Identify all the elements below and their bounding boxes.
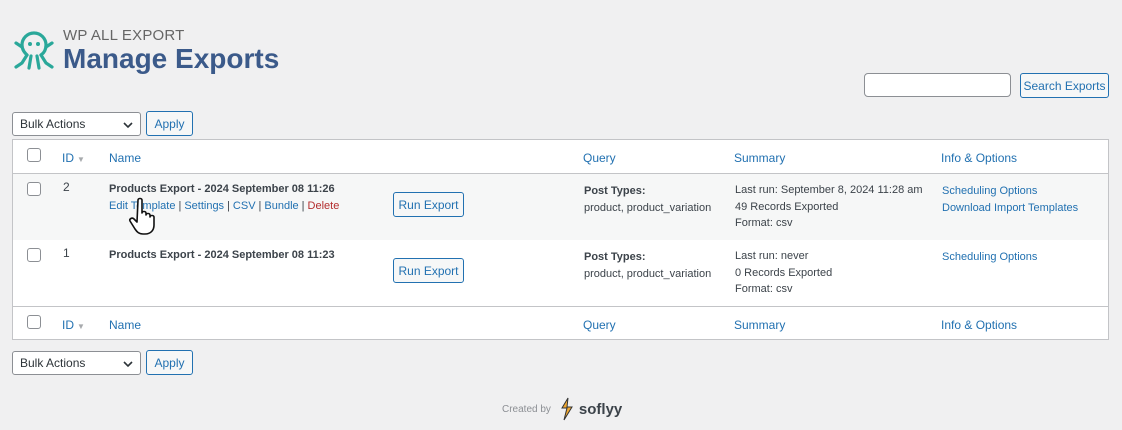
table-row: 1 Products Export - 2024 September 08 11… <box>13 240 1108 306</box>
brand-name: WP ALL EXPORT <box>63 27 185 44</box>
chevron-down-icon <box>123 361 133 368</box>
info-cell: Scheduling Options Download Import Templ… <box>942 183 1078 216</box>
column-id[interactable]: ID ▼ <box>62 151 85 165</box>
column-summary[interactable]: Summary <box>734 151 785 165</box>
query-cell: Post Types: product, product_variation <box>584 185 712 214</box>
csv-link[interactable]: CSV <box>233 200 256 212</box>
search-input[interactable] <box>864 73 1011 97</box>
octopus-logo-icon <box>14 31 54 70</box>
download-import-templates-link[interactable]: Download Import Templates <box>942 202 1078 214</box>
hand-pointer-cursor-icon <box>129 197 155 235</box>
scheduling-options-link[interactable]: Scheduling Options <box>942 185 1037 197</box>
bundle-link[interactable]: Bundle <box>264 200 298 212</box>
delete-link[interactable]: Delete <box>308 200 340 212</box>
table-header: ID ▼ Name Query Summary Info & Options <box>13 140 1108 174</box>
column-query[interactable]: Query <box>583 151 616 165</box>
bulk-actions-select-top[interactable]: Bulk Actions <box>12 112 141 136</box>
table-footer: ID ▼ Name Query Summary Info & Options <box>13 306 1108 340</box>
column-info[interactable]: Info & Options <box>941 318 1017 332</box>
select-all-checkbox[interactable] <box>27 315 41 329</box>
export-id: 1 <box>63 246 70 260</box>
page-title: Manage Exports <box>63 43 280 74</box>
column-name[interactable]: Name <box>109 318 141 332</box>
bulk-actions-label: Bulk Actions <box>20 117 86 131</box>
column-summary[interactable]: Summary <box>734 318 785 332</box>
row-checkbox[interactable] <box>27 182 41 196</box>
column-info[interactable]: Info & Options <box>941 151 1017 165</box>
bulk-actions-select-bottom[interactable]: Bulk Actions <box>12 351 141 375</box>
column-query[interactable]: Query <box>583 318 616 332</box>
scheduling-options-link[interactable]: Scheduling Options <box>942 251 1037 263</box>
chevron-down-icon <box>123 122 133 129</box>
created-by-label: Created by <box>502 403 551 415</box>
select-all-checkbox[interactable] <box>27 148 41 162</box>
info-cell: Scheduling Options <box>942 249 1037 266</box>
column-id[interactable]: ID ▼ <box>62 318 85 332</box>
footer-credit: Created by soflyy <box>502 397 622 421</box>
export-name: Products Export - 2024 September 08 11:2… <box>109 183 335 195</box>
sort-arrow-icon: ▼ <box>77 155 85 164</box>
soflyy-brand[interactable]: soflyy <box>579 401 622 418</box>
table-row: 2 Products Export - 2024 September 08 11… <box>13 174 1108 240</box>
summary-cell: Last run: September 8, 2024 11:28 am 49 … <box>735 184 923 229</box>
settings-link[interactable]: Settings <box>184 200 224 212</box>
bulk-actions-label: Bulk Actions <box>20 356 86 370</box>
run-export-button[interactable]: Run Export <box>393 258 464 283</box>
sort-arrow-icon: ▼ <box>77 322 85 331</box>
row-checkbox[interactable] <box>27 248 41 262</box>
soflyy-logo-icon <box>561 397 573 421</box>
run-export-button[interactable]: Run Export <box>393 192 464 217</box>
export-id: 2 <box>63 180 70 194</box>
column-name[interactable]: Name <box>109 151 141 165</box>
export-name: Products Export - 2024 September 08 11:2… <box>109 249 335 261</box>
exports-table: ID ▼ Name Query Summary Info & Options 2 … <box>12 139 1109 340</box>
search-exports-button[interactable]: Search Exports <box>1020 73 1109 98</box>
summary-cell: Last run: never 0 Records Exported Forma… <box>735 250 833 295</box>
apply-button-top[interactable]: Apply <box>146 111 193 136</box>
query-cell: Post Types: product, product_variation <box>584 251 712 280</box>
apply-button-bottom[interactable]: Apply <box>146 350 193 375</box>
